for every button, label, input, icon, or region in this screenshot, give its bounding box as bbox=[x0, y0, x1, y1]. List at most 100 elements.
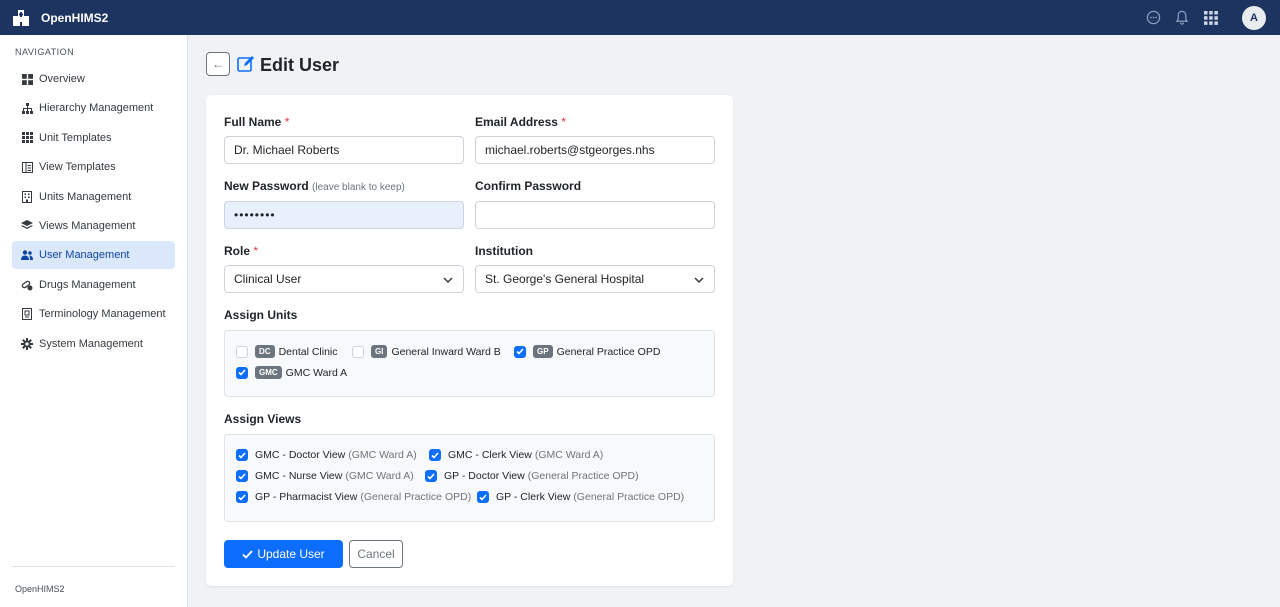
update-user-button[interactable]: Update User bbox=[224, 540, 343, 568]
unit-checkbox[interactable] bbox=[514, 345, 526, 358]
nav-heading: NAVIGATION bbox=[15, 47, 75, 57]
sidebar-item-overview[interactable]: Overview bbox=[12, 65, 175, 93]
back-button[interactable]: ← bbox=[206, 52, 230, 76]
unit-option-dental-clinic[interactable]: DC Dental Clinic bbox=[236, 345, 338, 358]
sidebar-item-label: System Management bbox=[39, 337, 143, 350]
view-option-gp-clerk[interactable]: GP - Clerk View (General Practice OPD) bbox=[477, 491, 684, 503]
unit-tag: GI bbox=[371, 345, 388, 358]
institution-select[interactable]: St. George's General Hospital bbox=[475, 265, 715, 293]
view-name: GP - Clerk View bbox=[496, 491, 571, 503]
sidebar-item-hierarchy[interactable]: Hierarchy Management bbox=[12, 94, 175, 122]
cancel-button[interactable]: Cancel bbox=[349, 540, 403, 568]
view-option-gp-pharmacist[interactable]: GP - Pharmacist View (General Practice O… bbox=[236, 491, 471, 503]
unit-checkbox[interactable] bbox=[236, 345, 248, 358]
sidebar-item-views-management[interactable]: Views Management bbox=[12, 212, 175, 240]
user-avatar[interactable]: A bbox=[1242, 5, 1266, 30]
check-icon bbox=[431, 451, 439, 459]
unit-option-general-inward-ward-b[interactable]: GI General Inward Ward B bbox=[352, 345, 501, 358]
view-checkbox[interactable] bbox=[429, 449, 441, 461]
bell-icon[interactable] bbox=[1174, 10, 1190, 26]
grid-icon bbox=[21, 73, 33, 85]
sidebar-item-label: Unit Templates bbox=[39, 131, 112, 144]
email-label: Email Address * bbox=[475, 115, 566, 129]
view-option-gmc-doctor[interactable]: GMC - Doctor View (GMC Ward A) bbox=[236, 449, 417, 461]
new-password-input[interactable]: •••••••• bbox=[224, 201, 464, 229]
view-name: GMC - Nurse View bbox=[255, 470, 343, 482]
apps-icon bbox=[21, 132, 33, 144]
new-password-label: New Password (leave blank to keep) bbox=[224, 179, 405, 193]
assign-views-label: Assign Views bbox=[224, 412, 302, 426]
sidebar-item-label: Units Management bbox=[39, 190, 132, 203]
sidebar-item-terminology-management[interactable]: Terminology Management bbox=[12, 300, 175, 328]
institution-select-value: St. George's General Hospital bbox=[485, 272, 645, 286]
view-option-gp-doctor[interactable]: GP - Doctor View (General Practice OPD) bbox=[425, 470, 639, 482]
required-mark: * bbox=[253, 244, 259, 258]
view-checkbox[interactable] bbox=[236, 449, 248, 461]
users-icon bbox=[21, 249, 33, 261]
email-input[interactable]: michael.roberts@stgeorges.nhs bbox=[475, 136, 715, 164]
unit-name: Dental Clinic bbox=[278, 345, 338, 358]
check-icon bbox=[238, 369, 246, 376]
view-name: GMC - Clerk View bbox=[448, 449, 532, 461]
sidebar-item-label: Drugs Management bbox=[39, 278, 136, 291]
unit-checkbox[interactable] bbox=[352, 345, 364, 358]
units-checklist bbox=[224, 330, 715, 397]
unit-option-gmc-ward-a[interactable]: GMC GMC Ward A bbox=[236, 366, 347, 379]
sidebar-item-drugs-management[interactable]: Drugs Management bbox=[12, 271, 175, 299]
check-icon bbox=[479, 493, 487, 501]
gear-icon bbox=[21, 337, 33, 350]
capsule-icon bbox=[21, 279, 33, 291]
apps-grid-icon[interactable] bbox=[1203, 10, 1219, 26]
view-option-gmc-clerk[interactable]: GMC - Clerk View (GMC Ward A) bbox=[429, 449, 603, 461]
update-user-label: Update User bbox=[257, 547, 325, 561]
sidebar-item-label: Overview bbox=[39, 73, 85, 85]
hierarchy-icon bbox=[21, 102, 33, 114]
view-unit: (GMC Ward A) bbox=[345, 470, 414, 482]
view-unit: (GMC Ward A) bbox=[534, 449, 604, 461]
unit-name: GMC Ward A bbox=[285, 366, 348, 379]
nav-list: Overview Hierarchy Management Unit Templ… bbox=[12, 65, 175, 359]
password-hint: (leave blank to keep) bbox=[312, 182, 405, 193]
unit-tag: GP bbox=[533, 345, 553, 358]
unit-tag: DC bbox=[255, 345, 275, 358]
layers-icon bbox=[21, 220, 33, 232]
check-icon bbox=[516, 348, 524, 355]
sidebar-item-unit-templates[interactable]: Unit Templates bbox=[12, 124, 175, 152]
view-unit: (GMC Ward A) bbox=[348, 449, 417, 461]
chat-icon[interactable] bbox=[1145, 10, 1161, 26]
check-icon bbox=[427, 472, 435, 480]
view-name: GP - Pharmacist View bbox=[255, 491, 358, 503]
sidebar-divider bbox=[12, 566, 175, 567]
unit-checkbox[interactable] bbox=[236, 366, 248, 379]
edit-icon bbox=[237, 56, 254, 72]
view-checkbox[interactable] bbox=[425, 470, 437, 482]
chevron-down-icon bbox=[443, 277, 453, 284]
view-checkbox[interactable] bbox=[236, 491, 248, 503]
full-name-input[interactable]: Dr. Michael Roberts bbox=[224, 136, 464, 164]
view-checkbox[interactable] bbox=[236, 470, 248, 482]
sidebar-item-system-management[interactable]: System Management bbox=[12, 330, 175, 358]
view-unit: (General Practice OPD) bbox=[360, 491, 472, 503]
view-option-gmc-nurse[interactable]: GMC - Nurse View (GMC Ward A) bbox=[236, 470, 414, 482]
brand[interactable]: OpenHIMS2 bbox=[12, 9, 108, 27]
view-name: GMC - Doctor View bbox=[255, 449, 346, 461]
role-label: Role * bbox=[224, 244, 259, 258]
check-icon bbox=[238, 493, 246, 501]
hospital-logo-icon bbox=[13, 9, 29, 26]
page-title: Edit User bbox=[260, 55, 340, 75]
unit-tag: GMC bbox=[255, 366, 282, 379]
role-select[interactable]: Clinical User bbox=[224, 265, 464, 293]
unit-option-general-practice-opd[interactable]: GP General Practice OPD bbox=[514, 345, 660, 358]
unit-name: General Inward Ward B bbox=[391, 345, 501, 358]
view-name: GP - Doctor View bbox=[444, 470, 525, 482]
sidebar-item-view-templates[interactable]: View Templates bbox=[12, 153, 175, 181]
view-unit: (General Practice OPD) bbox=[527, 470, 639, 482]
confirm-password-input[interactable] bbox=[475, 201, 715, 229]
required-mark: * bbox=[284, 115, 290, 129]
sidebar-item-label: Terminology Management bbox=[39, 308, 166, 321]
sidebar-item-units-management[interactable]: Units Management bbox=[12, 183, 175, 211]
view-checkbox[interactable] bbox=[477, 491, 489, 503]
assign-units-label: Assign Units bbox=[224, 308, 298, 322]
confirm-password-label: Confirm Password bbox=[475, 179, 582, 193]
sidebar-item-user-management[interactable]: User Management bbox=[12, 241, 175, 270]
